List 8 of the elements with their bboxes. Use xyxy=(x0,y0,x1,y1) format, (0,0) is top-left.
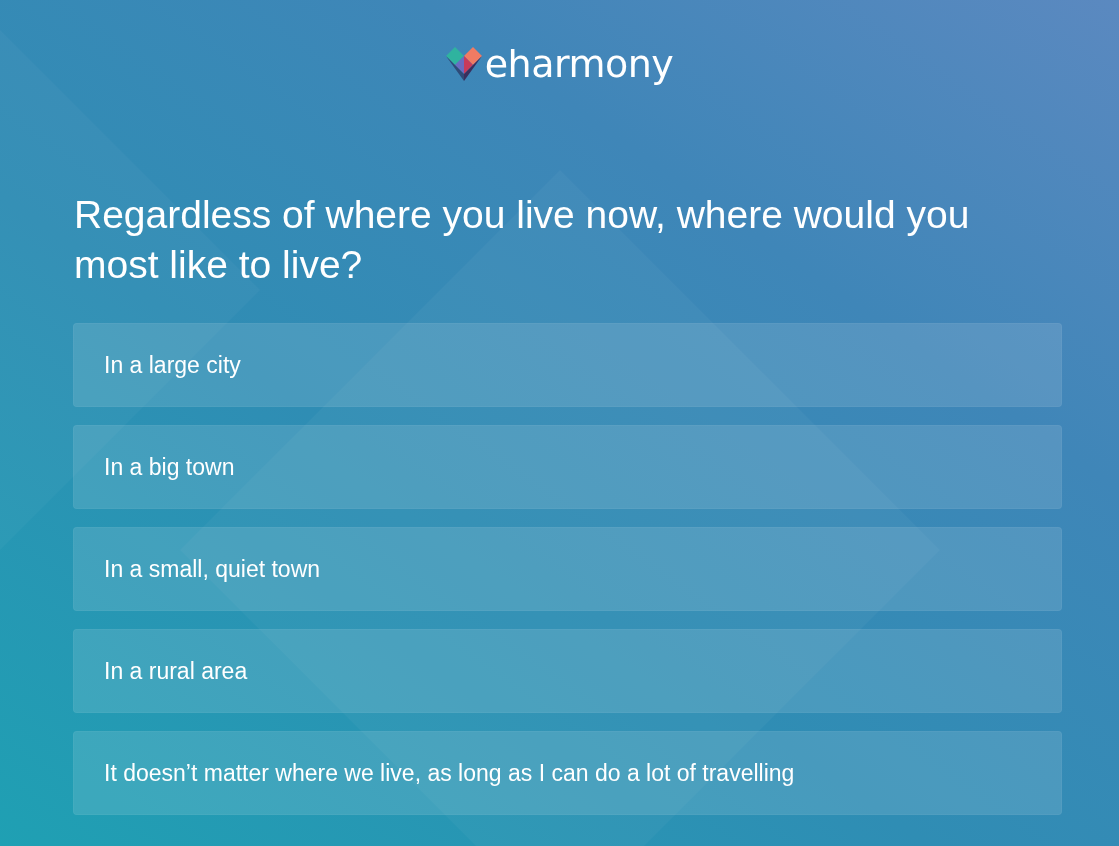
answer-option[interactable]: In a small, quiet town xyxy=(73,527,1062,611)
answer-option[interactable]: It doesn’t matter where we live, as long as I can do a lot of travelling xyxy=(73,731,1062,815)
question-heading: Regardless of where you live now, where would you most like to live? xyxy=(74,192,971,288)
answer-option[interactable]: In a large city xyxy=(73,323,1062,407)
answer-option[interactable]: In a big town xyxy=(73,425,1062,509)
logo-wordmark: eharmony xyxy=(484,42,674,86)
answer-option[interactable]: In a rural area xyxy=(73,629,1062,713)
heart-logo-icon xyxy=(445,47,482,81)
